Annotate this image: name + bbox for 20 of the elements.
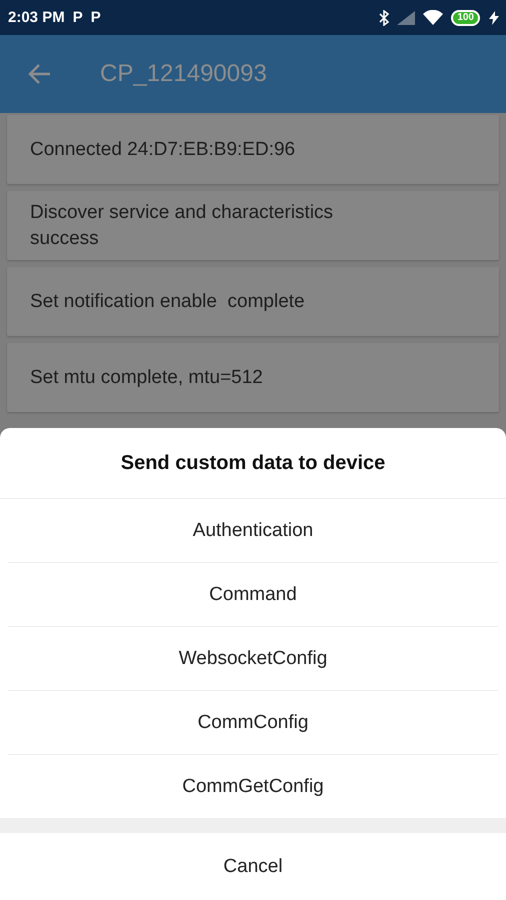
- log-card: Set notification enable complete: [7, 267, 499, 336]
- screen-title: CP_121490093: [100, 60, 267, 88]
- menu-option[interactable]: Command: [0, 563, 506, 626]
- status-time: 2:03 PM: [8, 9, 65, 26]
- notification-icon: P: [72, 9, 83, 26]
- menu-option[interactable]: Authentication: [0, 499, 506, 562]
- log-card: Connected 24:D7:EB:B9:ED:96: [7, 115, 499, 184]
- wifi-icon: [423, 10, 444, 25]
- menu-option[interactable]: WebsocketConfig: [0, 627, 506, 690]
- charging-icon: [488, 10, 500, 24]
- menu-option[interactable]: CommGetConfig: [0, 755, 506, 818]
- menu-option[interactable]: CommConfig: [0, 691, 506, 754]
- battery-icon: 100: [451, 10, 480, 26]
- sheet-title: Send custom data to device: [0, 428, 506, 499]
- notification-icon: P: [90, 9, 101, 26]
- signal-icon: [397, 10, 416, 24]
- log-card: Set mtu complete, mtu=512: [7, 343, 499, 412]
- log-card: Discover service and characteristics success: [7, 191, 499, 260]
- bluetooth-icon: [379, 10, 390, 26]
- back-arrow-icon[interactable]: [28, 63, 52, 85]
